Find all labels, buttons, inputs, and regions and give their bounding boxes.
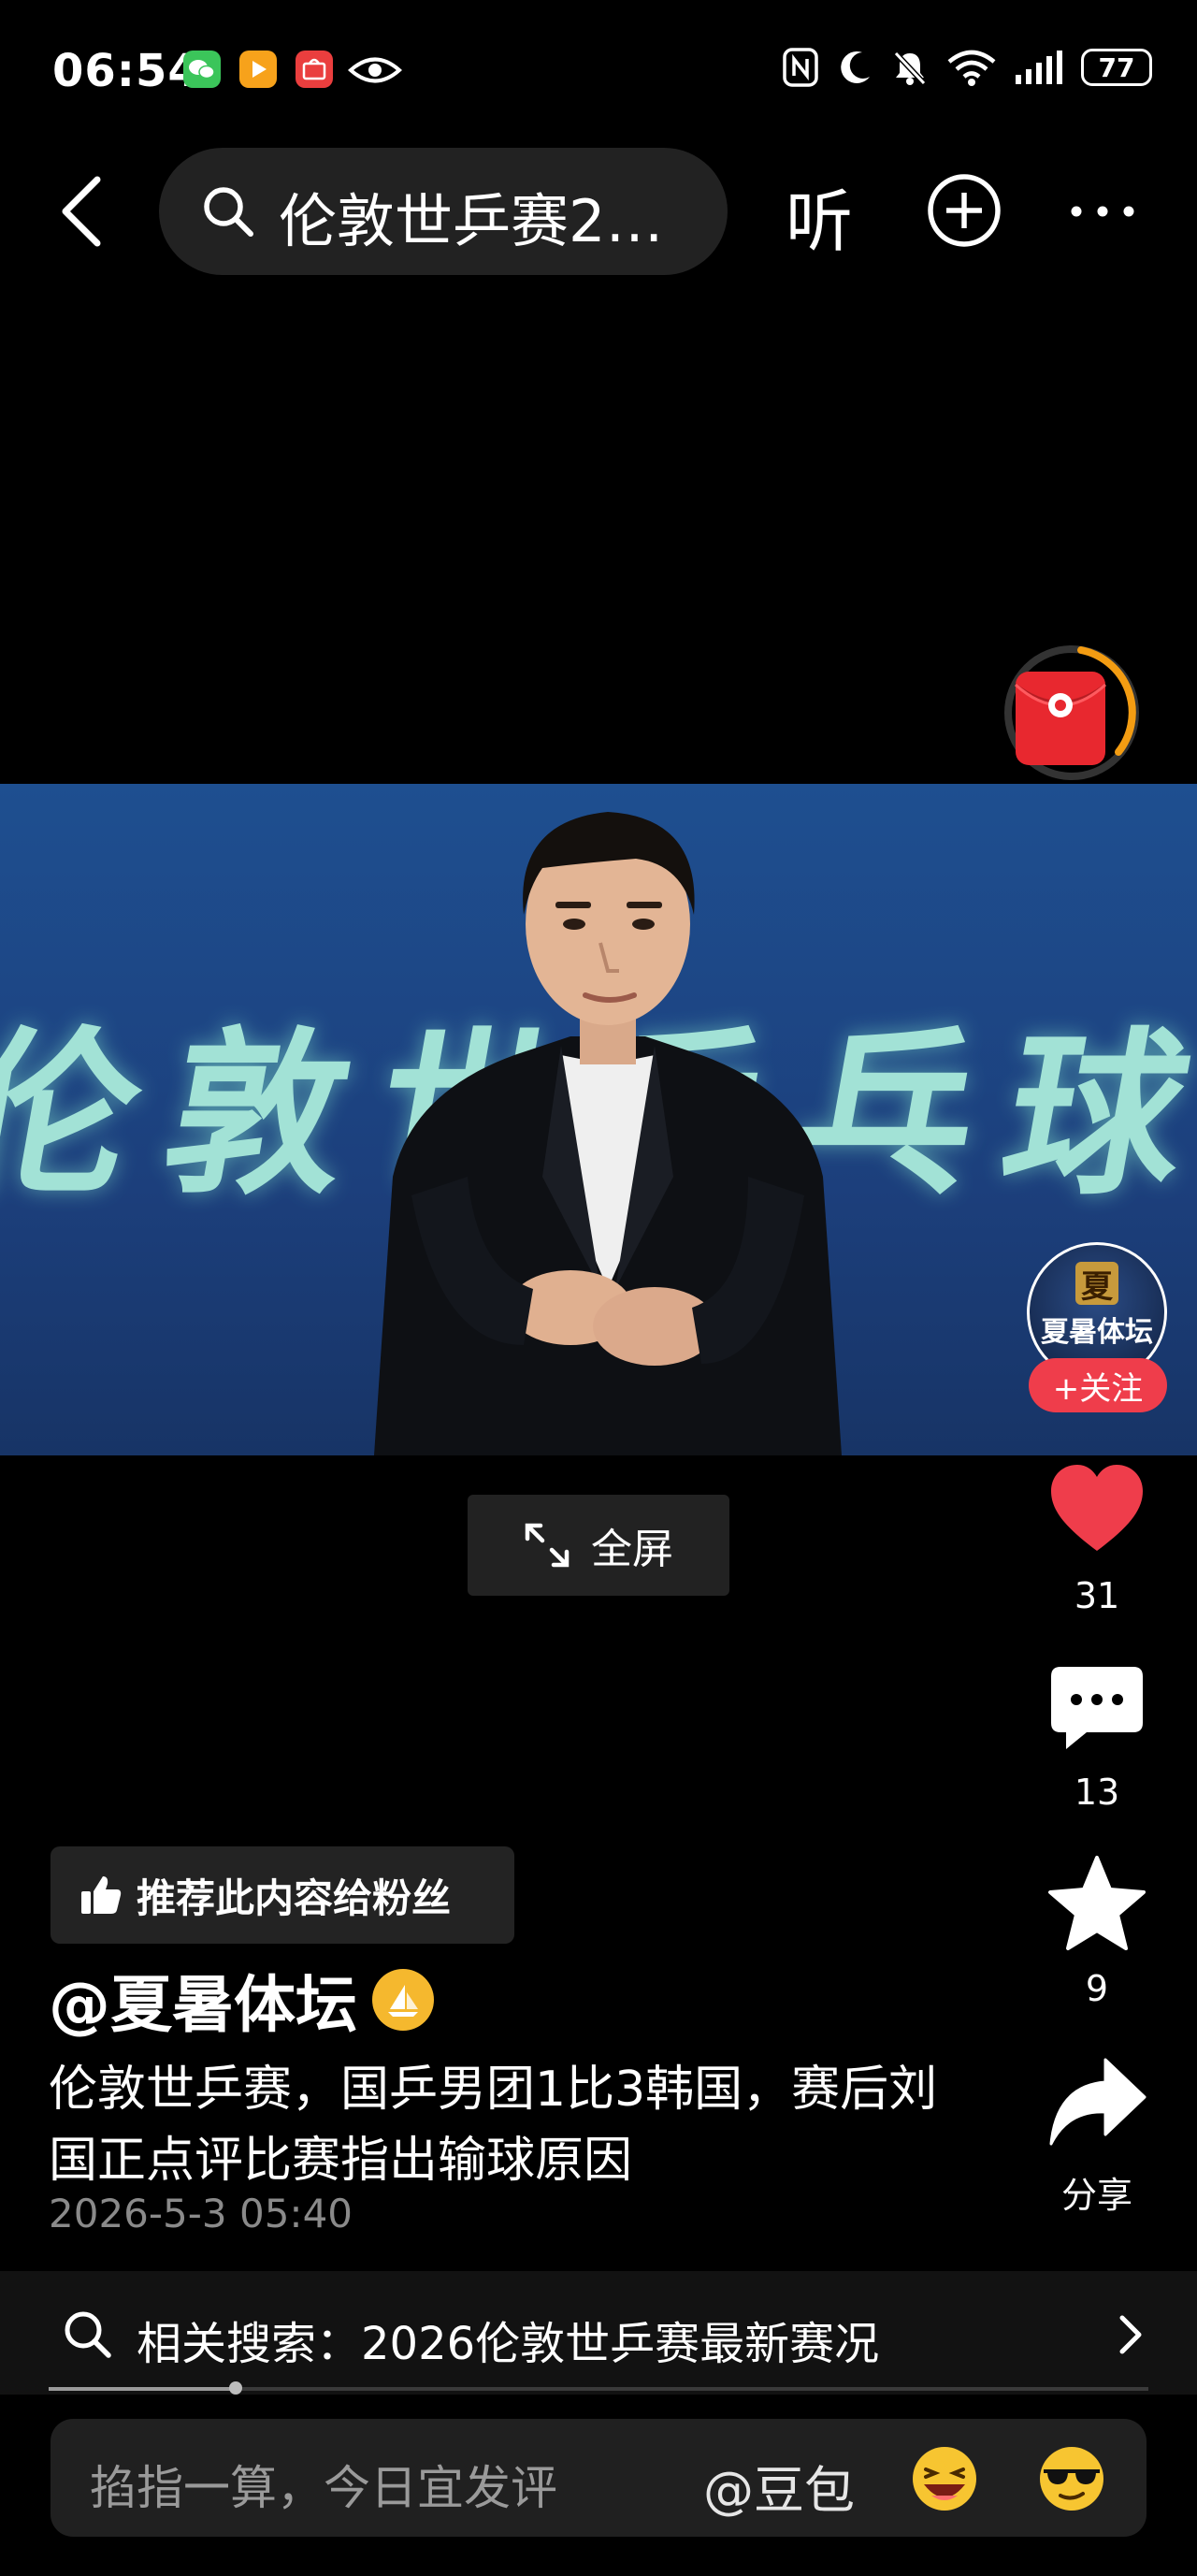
- comment-count: 13: [1074, 1772, 1120, 1813]
- add-button[interactable]: [926, 172, 1002, 249]
- status-time: 06:54: [52, 45, 200, 97]
- like-icon[interactable]: [1046, 1459, 1148, 1562]
- avatar-name: 夏暑体坛: [1041, 1316, 1153, 1349]
- listen-button[interactable]: 听: [786, 166, 853, 265]
- sunglasses-emoji-icon[interactable]: [1036, 2443, 1107, 2514]
- huawei-app-icon: [296, 51, 333, 88]
- video-player[interactable]: 伦敦世乒乓球团: [0, 784, 1197, 1455]
- follow-button[interactable]: +关注: [1029, 1358, 1167, 1412]
- battery-icon: 77: [1081, 49, 1152, 86]
- star-icon[interactable]: [1046, 1854, 1148, 1957]
- signal-icon: [1016, 51, 1062, 84]
- recommend-label: 推荐此内容给粉丝: [137, 1874, 452, 1921]
- search-query: 伦敦世乒赛2…: [279, 187, 664, 255]
- post-description: 伦敦世乒赛，国乒男团1比3韩国，赛后刘国正点评比赛指出输球原因: [49, 2062, 938, 2189]
- moon-icon: [841, 51, 870, 83]
- recommend-to-fans-button[interactable]: 推荐此内容给粉丝: [50, 1846, 514, 1944]
- share-icon[interactable]: [1046, 2054, 1148, 2157]
- comment-icon[interactable]: [1046, 1659, 1148, 1762]
- video-progress-knob[interactable]: [229, 2381, 242, 2395]
- expand-icon: [525, 1523, 570, 1568]
- more-options-icon[interactable]: [1068, 183, 1137, 239]
- post-author[interactable]: @夏暑体坛: [49, 1955, 434, 2045]
- like-count: 31: [1074, 1575, 1120, 1616]
- status-icons: 77: [782, 47, 1152, 88]
- video-progress-fill: [49, 2387, 236, 2391]
- thumbs-up-icon: [81, 1876, 122, 1914]
- video-app-icon: [239, 51, 277, 88]
- related-search-text[interactable]: 相关搜索：2026伦敦世乒赛最新赛况: [137, 2307, 879, 2372]
- share-label[interactable]: 分享: [1029, 2166, 1165, 2218]
- chevron-right-icon[interactable]: [1115, 2312, 1147, 2357]
- presenter-figure: [374, 812, 842, 1455]
- back-button[interactable]: [54, 174, 110, 249]
- nfc-icon: [783, 48, 818, 87]
- favorite-count: 9: [1085, 1968, 1109, 2009]
- post-date: 2026-5-3 05:40: [49, 2191, 353, 2236]
- bell-off-icon: [893, 51, 927, 86]
- verified-badge-icon: [372, 1969, 434, 2031]
- red-packet-icon[interactable]: [988, 629, 1156, 797]
- author-name[interactable]: @夏暑体坛: [49, 1955, 357, 2045]
- search-icon: [200, 183, 256, 239]
- eye-icon: [347, 54, 403, 86]
- search-icon: [62, 2308, 112, 2359]
- fullscreen-label: 全屏: [591, 1526, 673, 1573]
- wifi-icon: [947, 50, 996, 86]
- comment-placeholder[interactable]: 掐指一算，今日宜发评: [90, 2451, 557, 2518]
- laughing-emoji-icon[interactable]: [909, 2443, 980, 2514]
- fullscreen-button[interactable]: 全屏: [468, 1495, 729, 1596]
- mention-doubao-button[interactable]: @豆包: [703, 2449, 855, 2523]
- wechat-icon: [183, 51, 221, 88]
- avatar-logo-char: 夏: [1075, 1262, 1118, 1306]
